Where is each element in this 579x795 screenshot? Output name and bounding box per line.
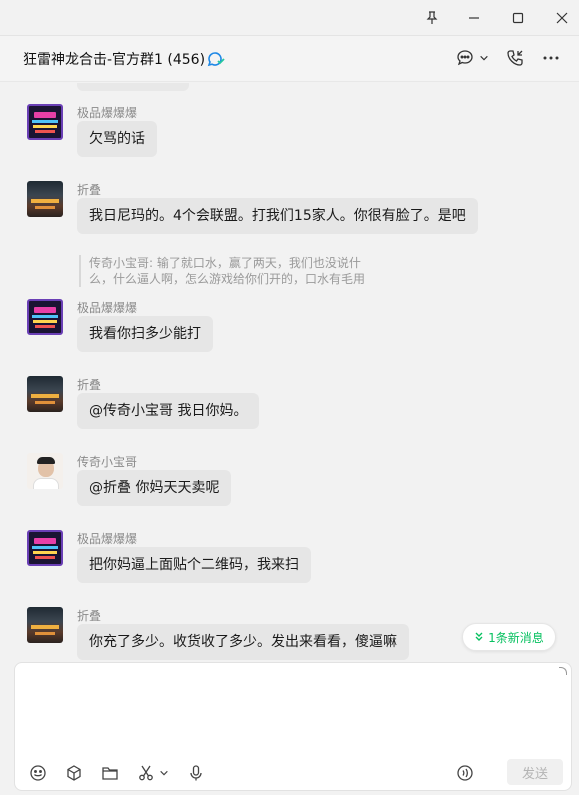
folder-icon[interactable]: [100, 763, 120, 783]
message-input[interactable]: [27, 671, 561, 755]
new-message-button[interactable]: 1条新消息: [462, 623, 556, 651]
group-title[interactable]: 狂雷神龙合击-官方群1 (456): [23, 49, 205, 69]
microphone-icon[interactable]: [186, 763, 206, 783]
sender-name[interactable]: 传奇小宝哥: [77, 453, 137, 470]
message-item: 传奇小宝哥 @折叠 你妈天天卖呢: [0, 453, 579, 506]
send-button[interactable]: 发送: [507, 759, 563, 785]
sender-name[interactable]: 折叠: [77, 607, 101, 624]
sender-name[interactable]: 极品爆爆爆: [77, 299, 137, 316]
title-bar: [0, 0, 579, 36]
message-bubble[interactable]: @折叠 你妈天天卖呢: [77, 470, 232, 506]
avatar[interactable]: [27, 104, 63, 140]
avatar[interactable]: [27, 607, 63, 643]
message-list[interactable]: 极品爆爆爆 欠骂的话 折叠 我日尼玛的。4个会联盟。打我们15家人。你很有脸了。…: [0, 83, 579, 661]
message-bubble[interactable]: 我看你扫多少能打: [77, 316, 213, 352]
cube-icon[interactable]: [64, 763, 84, 783]
sender-name[interactable]: 折叠: [77, 181, 101, 198]
group-badge-icon[interactable]: [206, 50, 226, 68]
previous-message-bubble: [77, 83, 189, 91]
phone-icon[interactable]: [505, 46, 525, 70]
voice-input-icon[interactable]: [455, 763, 475, 783]
avatar[interactable]: [27, 181, 63, 217]
chevron-down-icon[interactable]: [478, 46, 490, 70]
pin-icon[interactable]: [414, 0, 450, 36]
message-bubble[interactable]: 我日尼玛的。4个会联盟。打我们15家人。你很有脸了。是吧: [77, 198, 478, 234]
message-composer: 发送: [14, 662, 572, 791]
avatar[interactable]: [27, 530, 63, 566]
scissors-icon[interactable]: [136, 763, 156, 783]
avatar[interactable]: [27, 376, 63, 412]
avatar[interactable]: [27, 453, 63, 489]
more-icon[interactable]: [541, 46, 561, 70]
chat-header: 狂雷神龙合击-官方群1 (456): [0, 36, 579, 82]
message-bubble[interactable]: 欠骂的话: [77, 121, 157, 157]
chat-bubble-icon[interactable]: [455, 46, 475, 70]
close-icon[interactable]: [544, 0, 579, 36]
sender-name[interactable]: 极品爆爆爆: [77, 530, 137, 547]
sender-name[interactable]: 折叠: [77, 376, 101, 393]
avatar[interactable]: [27, 299, 63, 335]
message-item: 折叠 @传奇小宝哥 我日你妈。: [0, 376, 579, 429]
message-bubble[interactable]: 把你妈逼上面贴个二维码，我来扫: [77, 547, 311, 583]
emoji-icon[interactable]: [28, 763, 48, 783]
chevron-down-icon[interactable]: [158, 763, 170, 783]
message-bubble[interactable]: 你充了多少。收货收了多少。发出来看看，傻逼嘛: [77, 624, 409, 660]
quoted-message[interactable]: 传奇小宝哥: 输了就口水，赢了两天，我们也没说什么，什么逼人啊，怎么游戏给你们开…: [79, 255, 369, 287]
message-bubble[interactable]: @传奇小宝哥 我日你妈。: [77, 393, 260, 429]
sender-name[interactable]: 极品爆爆爆: [77, 104, 137, 121]
maximize-icon[interactable]: [500, 0, 536, 36]
double-chevron-down-icon: [475, 632, 483, 641]
message-item: 折叠 我日尼玛的。4个会联盟。打我们15家人。你很有脸了。是吧 传奇小宝哥: 输…: [0, 181, 579, 287]
new-message-label: 1条新消息: [488, 630, 544, 645]
minimize-icon[interactable]: [456, 0, 492, 36]
